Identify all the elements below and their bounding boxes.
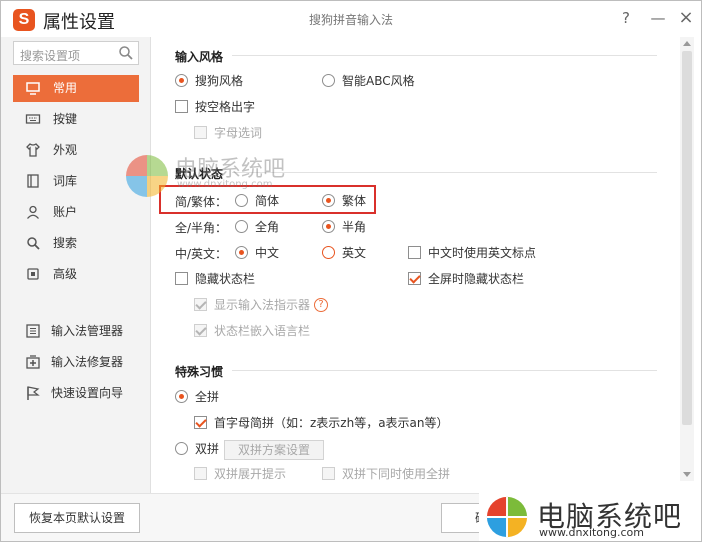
book-icon — [27, 174, 39, 188]
search-placeholder: 搜索设置项 — [20, 49, 81, 63]
settings-main-panel: 输入风格 搜狗风格 智能ABC风格 按空格出字 字母选词 默认状态 简/繁体： … — [152, 37, 680, 493]
sidebar: 搜索设置项 常用 按键 外观 词库 账户 搜索 高级 输入法管理器 输入法修复器… — [1, 37, 151, 493]
option-label: 英文 — [342, 246, 367, 260]
checkbox-indicator[interactable] — [194, 324, 207, 337]
close-button[interactable]: × — [675, 7, 697, 29]
radio-indicator[interactable] — [175, 390, 188, 403]
nav-item-common[interactable]: 常用 — [13, 75, 139, 102]
option-label: 智能ABC风格 — [342, 74, 415, 88]
checkbox-indicator[interactable] — [194, 416, 207, 429]
checkbox-indicator[interactable] — [175, 100, 188, 113]
section-divider — [232, 370, 657, 371]
nav-item-account[interactable]: 账户 — [13, 199, 139, 226]
scroll-down-arrow-icon[interactable] — [683, 472, 691, 477]
option-label: 首字母简拼（如：z表示zh等，a表示an等） — [214, 416, 449, 430]
section-title-special-habits: 特殊习惯 — [175, 365, 224, 379]
option-label: 双拼 — [195, 442, 220, 456]
monitor-icon — [26, 82, 40, 95]
option-label: 中文 — [255, 246, 280, 260]
shirt-icon — [26, 143, 40, 157]
option-label: 字母选词 — [214, 126, 263, 140]
section-divider — [232, 55, 657, 56]
checkbox-indicator[interactable] — [194, 126, 207, 139]
lang-label: 中/英文： — [175, 247, 228, 261]
width-label: 全/半角： — [175, 221, 228, 235]
scroll-up-arrow-icon[interactable] — [683, 41, 691, 46]
corner-watermark-url: www.dnxitong.com — [539, 526, 644, 539]
checkbox-indicator[interactable] — [408, 246, 421, 259]
option-label: 双拼下同时使用全拼 — [342, 467, 451, 481]
list-icon — [26, 324, 40, 338]
radio-indicator[interactable] — [322, 220, 335, 233]
search-icon — [27, 237, 40, 250]
help-button[interactable]: ? — [615, 7, 637, 29]
checkbox-indicator[interactable] — [194, 467, 207, 480]
nav-item-advanced[interactable]: 高级 — [13, 261, 139, 288]
nav-item-search[interactable]: 搜索 — [13, 230, 139, 257]
minimize-button[interactable]: — — [647, 7, 669, 29]
option-label: 全角 — [255, 220, 280, 234]
checkbox-indicator[interactable] — [175, 272, 188, 285]
advanced-icon — [27, 268, 39, 280]
windows-logo-icon — [486, 496, 528, 538]
nav-item-appearance[interactable]: 外观 — [13, 137, 139, 164]
nav-label: 常用 — [53, 81, 78, 95]
tool-quick-setup[interactable]: 快速设置向导 — [13, 382, 149, 404]
option-label: 中文时使用英文标点 — [428, 246, 537, 260]
watermark-logo-icon — [126, 155, 168, 197]
nav-item-keys[interactable]: 按键 — [13, 106, 139, 133]
nav-label: 高级 — [53, 267, 78, 281]
nav-label: 搜索 — [53, 236, 78, 250]
search-icon[interactable] — [118, 45, 134, 61]
tool-label: 输入法修复器 — [51, 355, 124, 369]
option-label: 双拼展开提示 — [214, 467, 287, 481]
nav-item-dictionary[interactable]: 词库 — [13, 168, 139, 195]
flag-icon — [27, 386, 40, 400]
scrollbar[interactable] — [680, 37, 694, 481]
keyboard-icon — [25, 114, 41, 124]
section-title-input-style: 输入风格 — [175, 50, 224, 64]
option-label: 搜狗风格 — [195, 74, 244, 88]
tool-ime-manager[interactable]: 输入法管理器 — [13, 320, 149, 342]
radio-indicator[interactable] — [175, 442, 188, 455]
option-label: 隐藏状态栏 — [195, 272, 256, 286]
checkbox-indicator[interactable] — [322, 467, 335, 480]
option-label: 按空格出字 — [195, 100, 256, 114]
checkbox-indicator[interactable] — [408, 272, 421, 285]
option-label: 半角 — [342, 220, 367, 234]
tool-ime-repair[interactable]: 输入法修复器 — [13, 351, 149, 373]
corner-watermark: 电脑系统吧 www.dnxitong.com — [479, 493, 701, 541]
settings-window: S 属性设置 搜狗拼音输入法 ? — × 搜索设置项 常用 按键 外观 词库 账… — [0, 0, 702, 542]
option-label: 全拼 — [195, 390, 220, 404]
tool-label: 输入法管理器 — [51, 324, 124, 338]
title-bar: S 属性设置 搜狗拼音输入法 ? — × — [1, 1, 701, 37]
option-label: 显示输入法指示器 — [214, 298, 311, 312]
nav-label: 按键 — [53, 112, 78, 126]
section-divider — [232, 172, 657, 173]
help-icon[interactable]: ? — [314, 298, 328, 312]
radio-indicator[interactable] — [322, 246, 335, 259]
option-label: 状态栏嵌入语言栏 — [214, 324, 311, 338]
user-icon — [27, 205, 39, 219]
repair-icon — [26, 355, 40, 369]
radio-indicator[interactable] — [235, 220, 248, 233]
double-pinyin-scheme-button[interactable]: 双拼方案设置 — [224, 440, 324, 460]
app-name: 搜狗拼音输入法 — [308, 13, 393, 27]
nav-label: 账户 — [53, 205, 78, 219]
radio-indicator[interactable] — [322, 74, 335, 87]
tool-label: 快速设置向导 — [51, 386, 124, 400]
option-label: 全屏时隐藏状态栏 — [428, 272, 525, 286]
checkbox-indicator[interactable] — [194, 298, 207, 311]
nav-label: 外观 — [53, 143, 78, 157]
settings-search-input[interactable]: 搜索设置项 — [13, 41, 139, 65]
watermark-url: www.dnxitong.com — [177, 179, 273, 190]
restore-defaults-button[interactable]: 恢复本页默认设置 — [14, 503, 140, 533]
scroll-thumb[interactable] — [682, 51, 692, 425]
nav-label: 词库 — [53, 174, 78, 188]
radio-indicator[interactable] — [175, 74, 188, 87]
radio-indicator[interactable] — [235, 246, 248, 259]
